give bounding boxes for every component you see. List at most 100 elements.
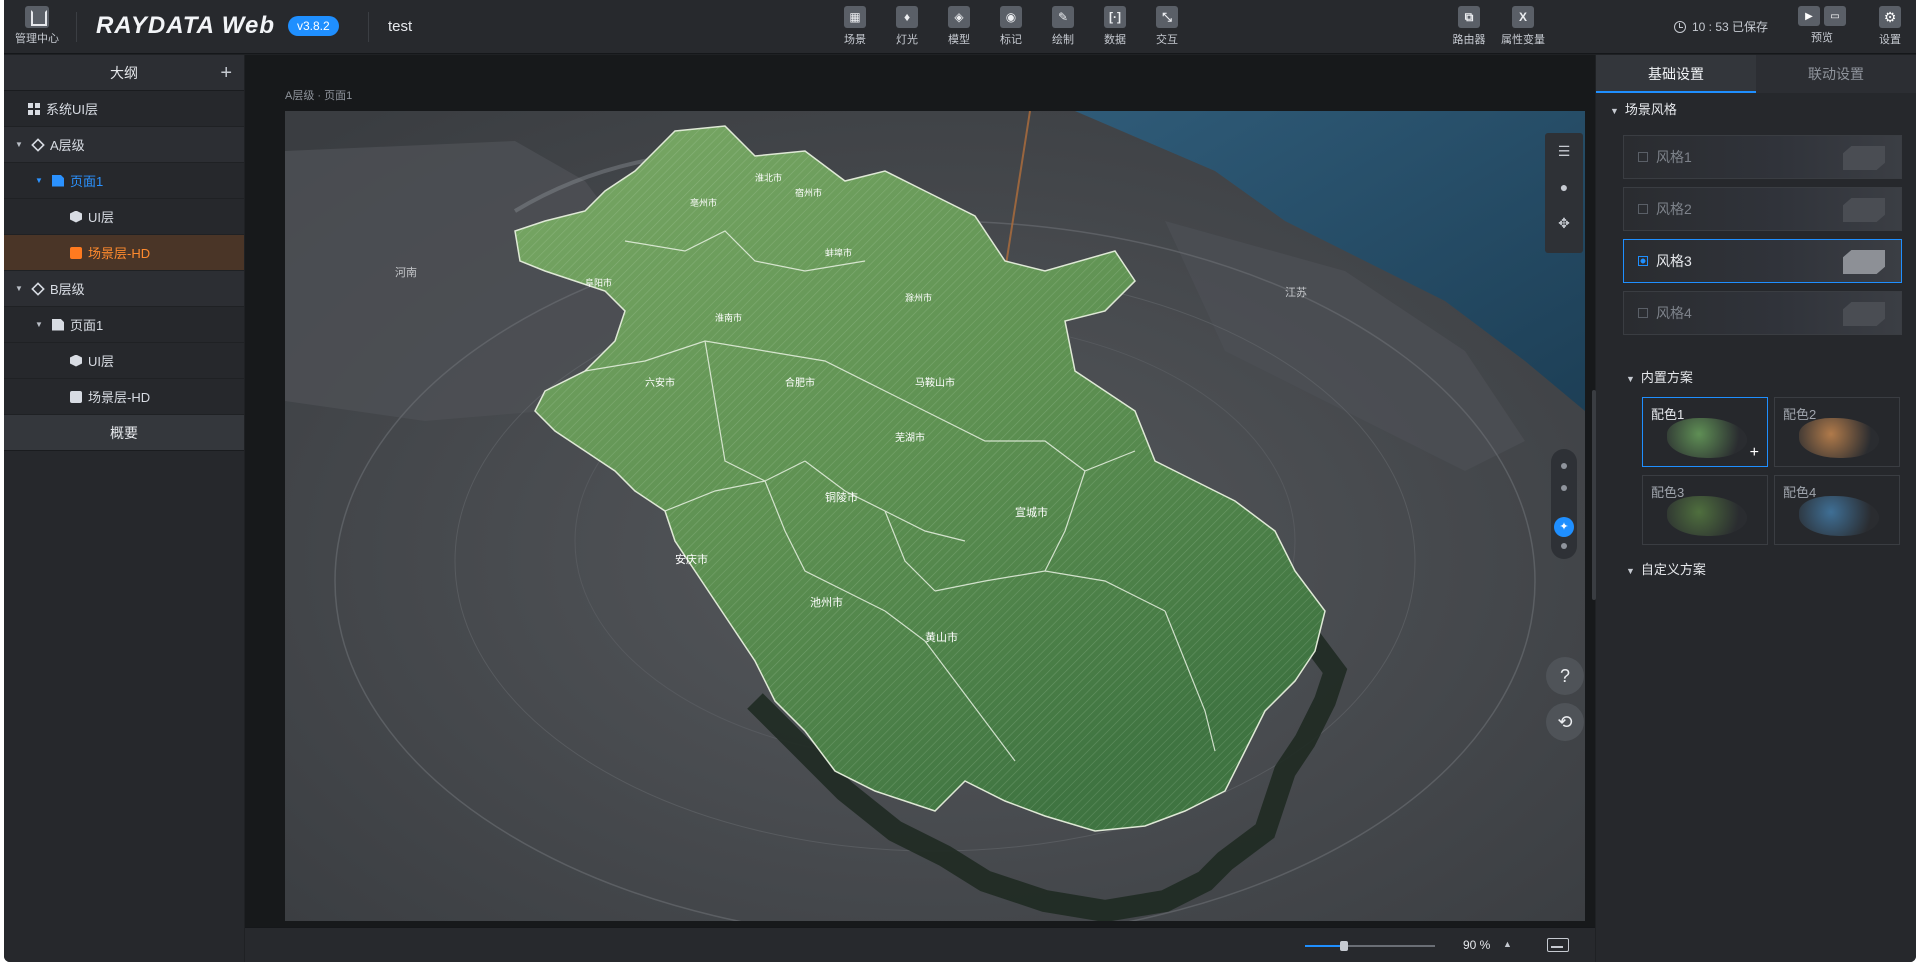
tool-interact-button[interactable]: ⤡ 交互 — [1141, 6, 1193, 47]
viewport-toolbar: ☰ ● ✥ — [1545, 133, 1583, 253]
zoom-menu-icon[interactable]: ▲ — [1503, 939, 1512, 949]
scene-layer-icon — [70, 390, 82, 403]
data-icon: [·] — [1104, 6, 1126, 28]
toolbar-divider — [76, 12, 77, 42]
tool-label: 属性变量 — [1501, 34, 1545, 46]
tool-variables-button[interactable]: X 属性变量 — [1496, 6, 1550, 47]
caret-down-icon[interactable]: ▼ — [14, 140, 24, 149]
add-icon[interactable]: + — [220, 55, 232, 91]
checkbox[interactable] — [1638, 256, 1648, 266]
checkbox[interactable] — [1638, 308, 1648, 318]
style-option[interactable]: 风格2 — [1623, 187, 1902, 231]
style-option[interactable]: 风格4 — [1623, 291, 1902, 335]
caret-down-icon[interactable]: ▼ — [14, 284, 24, 293]
style-preview-icon — [1843, 250, 1885, 274]
document-title[interactable]: test — [388, 18, 412, 35]
city-label: 宣城市 — [1015, 505, 1048, 519]
summary-header[interactable]: 概要 — [4, 415, 244, 451]
save-status-text: 10 : 53 已保存 — [1692, 20, 1769, 34]
style-preview-icon — [1843, 146, 1885, 170]
tool-draw-button[interactable]: ✎ 绘制 — [1037, 6, 1089, 47]
compass-icon[interactable]: ✦ — [1554, 517, 1574, 537]
expand-icon[interactable]: ✥ — [1545, 205, 1583, 241]
city-label: 安庆市 — [675, 552, 708, 566]
caret-down-icon[interactable]: ▼ — [34, 320, 44, 329]
tool-light-button[interactable]: ♦ 灯光 — [881, 6, 933, 47]
caret-down-icon[interactable]: ▼ — [34, 176, 44, 185]
palette-option[interactable]: 配色3 — [1642, 475, 1768, 545]
checkbox[interactable] — [1638, 204, 1648, 214]
slider-step[interactable] — [1561, 463, 1567, 469]
zoom-slider[interactable] — [1305, 941, 1435, 951]
palette-grid: 配色1 + 配色2 配色3 配色4 — [1642, 397, 1902, 545]
tree-item-scene-layer-b[interactable]: 场景层-HD — [4, 379, 244, 415]
slider-step[interactable] — [1561, 485, 1567, 491]
tree-item-system-ui[interactable]: 系统UI层 — [4, 91, 244, 127]
palette-option[interactable]: 配色2 — [1774, 397, 1900, 467]
tree-item-ui-layer-a[interactable]: UI层 — [4, 199, 244, 235]
city-label: 蚌埠市 — [825, 247, 852, 258]
tree-item-ui-layer-b[interactable]: UI层 — [4, 343, 244, 379]
tool-model-button[interactable]: ◈ 模型 — [933, 6, 985, 47]
layers-icon — [31, 281, 45, 296]
tool-label: 灯光 — [896, 34, 918, 46]
layer-slider[interactable]: ✦ — [1551, 449, 1577, 559]
style-option-selected[interactable]: 风格3 — [1623, 239, 1902, 283]
builtin-scheme-header[interactable]: ▼ 内置方案 — [1596, 363, 1916, 393]
plus-icon[interactable]: + — [1750, 444, 1759, 462]
monitor-icon: ▭ — [1824, 6, 1846, 26]
style-option-label: 风格3 — [1656, 253, 1692, 269]
tree-item-label: UI层 — [88, 210, 115, 225]
person-icon[interactable]: ● — [1545, 169, 1583, 205]
keyboard-icon[interactable] — [1547, 938, 1569, 952]
scene-layer-icon — [70, 246, 82, 259]
reset-view-button[interactable]: ⟲ — [1546, 703, 1584, 741]
palette-option-selected[interactable]: 配色1 + — [1642, 397, 1768, 467]
home-label: 管理中心 — [15, 33, 59, 45]
outline-header: 大纲 + — [4, 55, 244, 91]
zoom-handle[interactable] — [1340, 941, 1348, 951]
tree-item-label: 场景层-HD — [88, 246, 151, 261]
slider-step[interactable] — [1561, 543, 1567, 549]
tree-item-label: 系统UI层 — [46, 102, 99, 117]
tree-item-level-a[interactable]: ▼ A层级 — [4, 127, 244, 163]
preview-button[interactable]: ▶ ▭ 预览 — [1790, 6, 1854, 45]
home-button[interactable]: 管理中心 — [14, 6, 60, 50]
tool-marker-button[interactable]: ◉ 标记 — [985, 6, 1037, 47]
scene-style-header[interactable]: ▼ 场景风格 — [1596, 93, 1916, 127]
preview-label: 预览 — [1811, 32, 1833, 44]
palette-label: 配色1 — [1651, 407, 1685, 422]
sliders-icon[interactable]: ☰ — [1545, 133, 1583, 169]
tree-item-scene-layer-a[interactable]: 场景层-HD — [4, 235, 244, 271]
city-label: 宿州市 — [795, 187, 822, 198]
tree-item-label: UI层 — [88, 354, 115, 369]
model-icon: ◈ — [948, 6, 970, 28]
tree-item-page1-b[interactable]: ▼ 页面1 — [4, 307, 244, 343]
style-preview-icon — [1843, 302, 1885, 326]
tab-basic-settings[interactable]: 基础设置 — [1596, 55, 1756, 93]
tool-label: 标记 — [1000, 34, 1022, 46]
tool-data-button[interactable]: [·] 数据 — [1089, 6, 1141, 47]
help-button[interactable]: ? — [1546, 657, 1584, 695]
tree-item-label: 页面1 — [70, 318, 104, 333]
tab-linkage-settings[interactable]: 联动设置 — [1756, 55, 1916, 93]
palette-option[interactable]: 配色4 — [1774, 475, 1900, 545]
checkbox[interactable] — [1638, 152, 1648, 162]
tree-item-page1-a[interactable]: ▼ 页面1 — [4, 163, 244, 199]
tree-item-level-b[interactable]: ▼ B层级 — [4, 271, 244, 307]
app-logo: RAYDATA Web — [96, 12, 275, 39]
scene-viewport[interactable]: 河南 江苏 亳州市 宿州市 淮北市 阜阳市 蚌埠市 淮南市 滁州市 六安市 合肥… — [285, 111, 1585, 921]
palette-label: 配色4 — [1783, 485, 1817, 500]
settings-button[interactable]: ⚙ 设置 — [1870, 6, 1910, 47]
grid-icon — [28, 102, 40, 115]
style-option[interactable]: 风格1 — [1623, 135, 1902, 179]
variable-icon: X — [1512, 6, 1534, 28]
tool-scene-button[interactable]: ▦ 场景 — [829, 6, 881, 47]
custom-scheme-header[interactable]: ▼ 自定义方案 — [1596, 555, 1916, 585]
breadcrumb: A层级 · 页面1 — [285, 90, 353, 102]
city-label: 滁州市 — [905, 292, 932, 303]
settings-label: 设置 — [1879, 34, 1901, 46]
toolbar-divider — [368, 12, 369, 42]
tool-router-button[interactable]: ⧉ 路由器 — [1442, 6, 1496, 47]
marker-icon: ◉ — [1000, 6, 1022, 28]
